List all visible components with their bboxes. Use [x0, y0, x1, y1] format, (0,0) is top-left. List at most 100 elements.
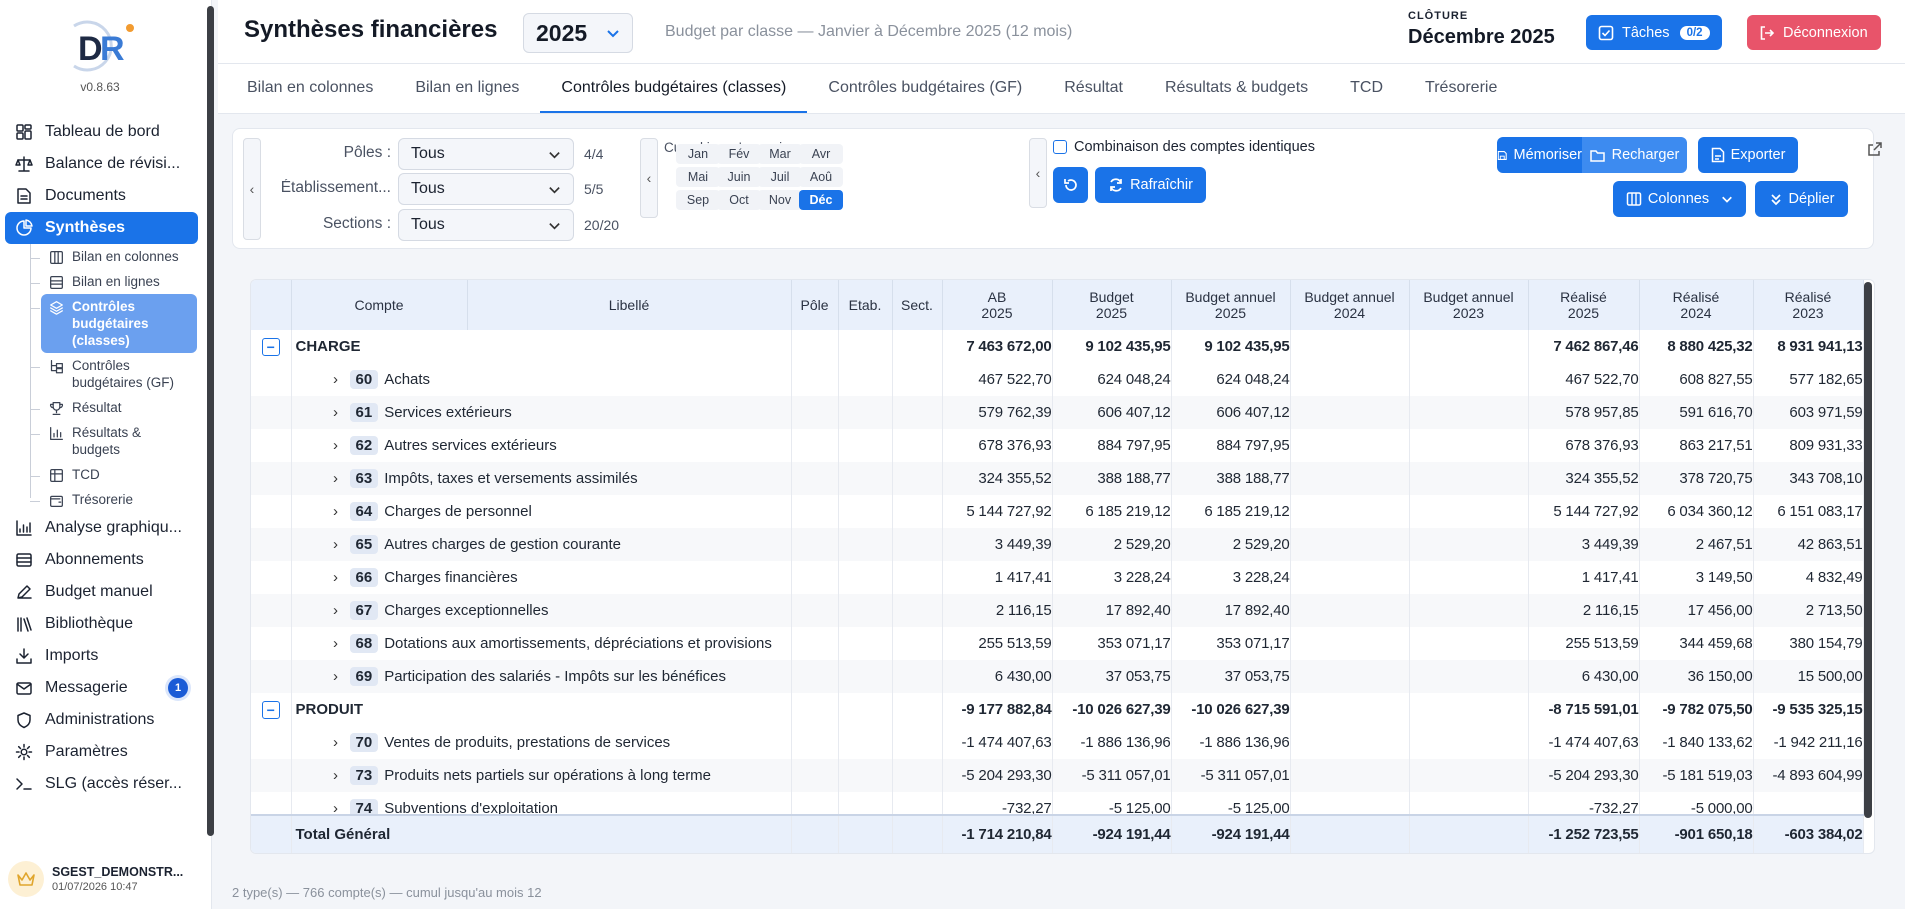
collapse-icon[interactable]: −: [261, 700, 280, 719]
sidebar-item-after-1[interactable]: Abonnements: [5, 544, 198, 576]
sidebar-subitem-6[interactable]: TCD: [30, 462, 197, 487]
colonnes-button[interactable]: Colonnes: [1613, 181, 1746, 217]
table-row[interactable]: › 62 Autres services extérieurs 678 376,93 8…: [251, 429, 1864, 462]
chevron-right-icon[interactable]: ›: [328, 635, 344, 652]
user-card[interactable]: SGEST_DEMONSTR... 01/07/2026 10:47: [8, 857, 198, 901]
sidebar-item-2[interactable]: Documents: [5, 180, 198, 212]
tab-2[interactable]: Contrôles budgétaires (classes): [540, 64, 808, 113]
month-3[interactable]: Avr: [799, 144, 843, 164]
rafraichir-button[interactable]: Rafraîchir: [1095, 167, 1206, 203]
sidebar-subitem-7[interactable]: Trésorerie: [30, 487, 197, 512]
chevron-right-icon[interactable]: ›: [328, 602, 344, 619]
tab-0[interactable]: Bilan en colonnes: [226, 64, 394, 113]
header-budget-annuel-2023[interactable]: Budget annuel 2023: [1409, 280, 1529, 330]
group-row[interactable]: − CHARGE 7 463 672,00 9 102 435,95 9 102 435…: [251, 330, 1864, 363]
header-budget-2025[interactable]: Budget 2025: [1052, 280, 1172, 330]
poles-select[interactable]: Tous: [398, 138, 574, 170]
tab-4[interactable]: Résultat: [1043, 64, 1144, 113]
group-row[interactable]: − PRODUIT -9 177 882,84 -10 026 627,39 -10 0…: [251, 693, 1864, 726]
sidebar-item-1[interactable]: Balance de révisi...: [5, 148, 198, 180]
sidebar-subitem-1[interactable]: Bilan en lignes: [30, 269, 197, 294]
collapse-months-button[interactable]: ‹: [640, 138, 658, 218]
month-0[interactable]: Jan: [676, 144, 720, 164]
month-11[interactable]: Déc: [799, 190, 843, 210]
collapse-icon[interactable]: −: [261, 337, 280, 356]
table-row[interactable]: › 61 Services extérieurs 579 762,39 606 407,…: [251, 396, 1864, 429]
sidebar-item-after-8[interactable]: SLG (accès réser...: [5, 768, 198, 800]
chevron-right-icon[interactable]: ›: [328, 437, 344, 454]
month-2[interactable]: Mar: [758, 144, 802, 164]
chevron-right-icon[interactable]: ›: [328, 536, 344, 553]
sidebar-item-after-2[interactable]: Budget manuel: [5, 576, 198, 608]
chevron-right-icon[interactable]: ›: [328, 404, 344, 421]
table-row[interactable]: › 70 Ventes de produits, prestations de se…: [251, 726, 1864, 759]
header-compte[interactable]: Compte: [291, 280, 468, 330]
table-row[interactable]: › 64 Charges de personnel 5 144 727,92 6 185…: [251, 495, 1864, 528]
table-row[interactable]: › 68 Dotations aux amortissements, dépréci…: [251, 627, 1864, 660]
month-7[interactable]: Aoû: [799, 167, 843, 187]
table-row[interactable]: › 66 Charges financières 1 417,41 3 228,24 3 …: [251, 561, 1864, 594]
header-ab-2025[interactable]: AB 2025: [942, 280, 1053, 330]
sidebar-item-after-3[interactable]: Bibliothèque: [5, 608, 198, 640]
tab-5[interactable]: Résultats & budgets: [1144, 64, 1329, 113]
sidebar-item-after-6[interactable]: Administrations: [5, 704, 198, 736]
combinaison-checkbox[interactable]: Combinaison des comptes identiques: [1053, 139, 1315, 155]
header-budget-annuel-2025[interactable]: Budget annuel 2025: [1171, 280, 1291, 330]
sidebar-subitem-5[interactable]: Résultats & budgets: [30, 420, 197, 462]
header-realise-2024[interactable]: Réalisé 2024: [1639, 280, 1754, 330]
month-5[interactable]: Juin: [717, 167, 761, 187]
sidebar-subitem-0[interactable]: Bilan en colonnes: [30, 244, 197, 269]
header-sect[interactable]: Sect.: [892, 280, 943, 330]
table-row[interactable]: › 67 Charges exceptionnelles 2 116,15 17 892…: [251, 594, 1864, 627]
tab-7[interactable]: Trésorerie: [1404, 64, 1518, 113]
sidebar-item-0[interactable]: Tableau de bord: [5, 116, 198, 148]
sidebar-item-after-4[interactable]: Imports: [5, 640, 198, 672]
table-row[interactable]: › 73 Produits nets partiels sur opérations…: [251, 759, 1864, 792]
collapse-options-button[interactable]: ‹: [1029, 138, 1047, 208]
sidebar-item-after-0[interactable]: Analyse graphiqu...: [5, 512, 198, 544]
month-6[interactable]: Juil: [758, 167, 802, 187]
deconnexion-button[interactable]: Déconnexion: [1747, 15, 1881, 50]
recharger-button[interactable]: Recharger: [1582, 137, 1687, 173]
tab-6[interactable]: TCD: [1329, 64, 1404, 113]
header-libelle[interactable]: Libellé: [467, 280, 792, 330]
tab-3[interactable]: Contrôles budgétaires (GF): [807, 64, 1043, 113]
exporter-button[interactable]: Exporter: [1698, 137, 1798, 173]
sidebar-scrollbar[interactable]: [207, 6, 214, 836]
table-row[interactable]: › 60 Achats 467 522,70 624 048,24 624 048,24 4…: [251, 363, 1864, 396]
chevron-right-icon[interactable]: ›: [328, 470, 344, 487]
year-select[interactable]: 2025: [523, 13, 633, 53]
header-budget-annuel-2024[interactable]: Budget annuel 2024: [1290, 280, 1410, 330]
month-8[interactable]: Sep: [676, 190, 720, 210]
chevron-right-icon[interactable]: ›: [328, 668, 344, 685]
month-4[interactable]: Mai: [676, 167, 720, 187]
sidebar-subitem-2[interactable]: Contrôles budgétaires (classes): [30, 294, 197, 353]
sidebar-subitem-3[interactable]: Contrôles budgétaires (GF): [30, 353, 197, 395]
header-etab[interactable]: Etab.: [838, 280, 893, 330]
chevron-right-icon[interactable]: ›: [328, 767, 344, 784]
sidebar-item-after-5[interactable]: Messagerie 1: [5, 672, 198, 704]
deplier-button[interactable]: Déplier: [1755, 181, 1848, 217]
tab-1[interactable]: Bilan en lignes: [394, 64, 540, 113]
chevron-right-icon[interactable]: ›: [328, 569, 344, 586]
chevron-right-icon[interactable]: ›: [328, 371, 344, 388]
sidebar-item-after-7[interactable]: Paramètres: [5, 736, 198, 768]
taches-button[interactable]: Tâches 0/2: [1586, 15, 1722, 50]
sidebar-item-3[interactable]: Synthèses: [5, 212, 198, 244]
table-row[interactable]: › 63 Impôts, taxes et versements assimilés…: [251, 462, 1864, 495]
month-9[interactable]: Oct: [717, 190, 761, 210]
external-link-icon[interactable]: [1867, 141, 1883, 157]
header-realise-2025[interactable]: Réalisé 2025: [1528, 280, 1640, 330]
etablissement-select[interactable]: Tous: [398, 173, 574, 205]
table-row[interactable]: › 69 Participation des salariés - Impôts s…: [251, 660, 1864, 693]
sidebar-subitem-4[interactable]: Résultat: [30, 395, 197, 420]
table-scrollbar[interactable]: [1864, 282, 1872, 818]
month-10[interactable]: Nov: [758, 190, 802, 210]
table-row[interactable]: › 65 Autres charges de gestion courante 3 4…: [251, 528, 1864, 561]
reset-button[interactable]: [1053, 167, 1088, 203]
chevron-right-icon[interactable]: ›: [328, 734, 344, 751]
chevron-right-icon[interactable]: ›: [328, 503, 344, 520]
header-realise-2023[interactable]: Réalisé 2023: [1753, 280, 1864, 330]
month-1[interactable]: Fév: [717, 144, 761, 164]
sections-select[interactable]: Tous: [398, 209, 574, 241]
